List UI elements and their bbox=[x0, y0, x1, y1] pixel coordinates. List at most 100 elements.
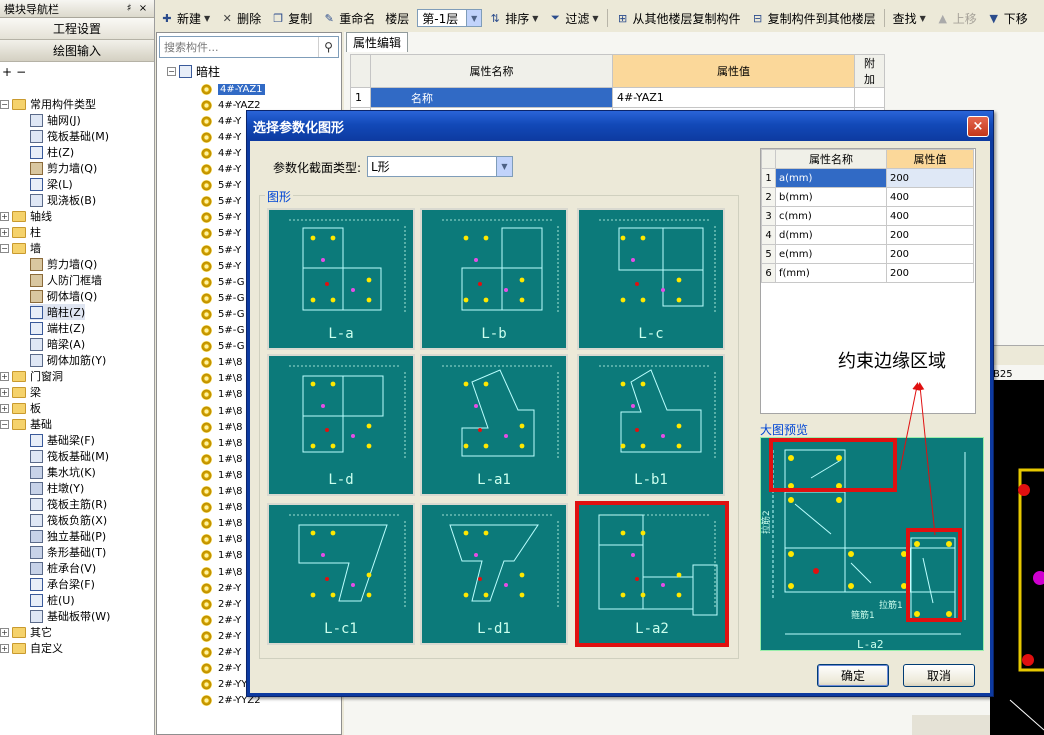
filter-button[interactable]: ⏷ 过滤 ▼ bbox=[544, 7, 602, 29]
list-item[interactable]: 1#\8 bbox=[201, 403, 242, 419]
copy-button[interactable]: ❐ 复制 bbox=[267, 7, 316, 29]
sidebar-item[interactable]: 基础梁(F) bbox=[30, 432, 95, 448]
expand-icon[interactable]: + bbox=[0, 227, 9, 237]
sidebar-item[interactable]: 砌体墙(Q) bbox=[30, 288, 97, 304]
drawing-input-button[interactable]: 绘图输入 bbox=[0, 40, 154, 62]
list-item[interactable]: 2#-Y bbox=[201, 596, 241, 612]
sidebar-item[interactable]: 剪力墙(Q) bbox=[30, 160, 97, 176]
find-button[interactable]: 查找 ▼ bbox=[889, 7, 930, 29]
table-row[interactable]: 6 f(mm) 200 bbox=[761, 263, 975, 283]
dialog-titlebar[interactable]: 选择参数化图形 × bbox=[247, 111, 993, 141]
sidebar-item[interactable]: 人防门框墙 bbox=[30, 272, 102, 288]
sidebar-item[interactable]: 轴网(J) bbox=[30, 112, 81, 128]
move-down-button[interactable]: ▼ 下移 bbox=[983, 7, 1032, 29]
list-item[interactable]: 5#-Y bbox=[201, 258, 241, 274]
shape-tile-l-a1[interactable]: L-a1 bbox=[420, 354, 568, 496]
ok-button[interactable]: 确定 bbox=[817, 664, 889, 687]
shape-tile-l-a2[interactable]: L-a2 bbox=[575, 501, 729, 647]
shape-tile-l-c1[interactable]: L-c1 bbox=[267, 503, 415, 645]
list-item[interactable]: 5#-G bbox=[201, 306, 244, 322]
shape-tile-l-a[interactable]: L-a bbox=[267, 208, 415, 350]
list-item[interactable]: 2#-Y bbox=[201, 645, 241, 661]
list-item[interactable]: 5#-Y bbox=[201, 226, 241, 242]
shape-tile-l-c[interactable]: L-c bbox=[577, 208, 725, 350]
list-item[interactable]: 1#\8 bbox=[201, 435, 242, 451]
list-item[interactable]: 1#\8 bbox=[201, 500, 242, 516]
sidebar-item[interactable]: 承台梁(F) bbox=[30, 576, 95, 592]
table-row[interactable]: 3 c(mm) 400 bbox=[761, 206, 975, 226]
param-value[interactable]: 400 bbox=[885, 187, 975, 207]
rename-button[interactable]: ✎ 重命名 bbox=[318, 7, 379, 29]
list-item[interactable]: 2#-Y bbox=[201, 661, 241, 677]
list-item[interactable]: 1#\8 bbox=[201, 467, 242, 483]
sidebar-item[interactable]: 柱(Z) bbox=[30, 144, 74, 160]
floor-select[interactable]: 第-1层 ▼ bbox=[417, 9, 483, 27]
sidebar-item[interactable]: 桩承台(V) bbox=[30, 560, 96, 576]
tab-property-edit[interactable]: 属性编辑 bbox=[346, 32, 409, 52]
list-item[interactable]: 5#-G bbox=[201, 323, 244, 339]
component-root[interactable]: − 暗柱 bbox=[167, 63, 220, 79]
sort-button[interactable]: ⇅ 排序 ▼ bbox=[484, 7, 542, 29]
sidebar-item[interactable]: 梁(L) bbox=[30, 176, 73, 192]
collapse-icon[interactable]: − bbox=[167, 66, 176, 76]
sidebar-item[interactable]: 条形基础(T) bbox=[30, 544, 106, 560]
list-item[interactable]: 4#-Y bbox=[201, 113, 241, 129]
sidebar-item[interactable]: 桩(U) bbox=[30, 592, 75, 608]
shape-tile-l-b1[interactable]: L-b1 bbox=[577, 354, 725, 496]
list-item[interactable]: 5#-G bbox=[201, 274, 244, 290]
list-item[interactable]: 5#-Y bbox=[201, 242, 241, 258]
table-row[interactable]: 5 e(mm) 200 bbox=[761, 244, 975, 264]
sidebar-item[interactable]: + 梁 bbox=[0, 384, 41, 400]
list-item[interactable]: 2#-Y bbox=[201, 580, 241, 596]
param-value[interactable]: 200 bbox=[885, 263, 975, 283]
sidebar-item[interactable]: + 其它 bbox=[0, 624, 52, 640]
shape-tile-l-d1[interactable]: L-d1 bbox=[420, 503, 568, 645]
section-type-select[interactable]: L形 ▼ bbox=[367, 156, 513, 177]
sidebar-item[interactable]: 暗柱(Z) bbox=[30, 304, 86, 320]
expand-all-icon[interactable]: + bbox=[2, 65, 12, 79]
list-item[interactable]: 1#\8 bbox=[201, 564, 242, 580]
sidebar-item[interactable]: 筏板主筋(R) bbox=[30, 496, 107, 512]
sidebar-item[interactable]: 筏板负筋(X) bbox=[30, 512, 107, 528]
sidebar-item[interactable]: 端柱(Z) bbox=[30, 320, 85, 336]
sidebar-item[interactable]: − 基础 bbox=[0, 416, 52, 432]
list-item[interactable]: 5#-Y bbox=[201, 178, 241, 194]
param-value[interactable]: 200 bbox=[885, 225, 975, 245]
sidebar-item[interactable]: + 板 bbox=[0, 400, 41, 416]
list-item[interactable]: 2#-Y bbox=[201, 628, 241, 644]
copy-from-floor-button[interactable]: ⊞ 从其他楼层复制构件 bbox=[612, 7, 745, 29]
param-value[interactable]: 400 bbox=[885, 206, 975, 226]
delete-button[interactable]: ✕ 删除 bbox=[216, 7, 265, 29]
sidebar-item[interactable]: − 常用构件类型 bbox=[0, 96, 96, 112]
collapse-icon[interactable]: − bbox=[0, 243, 9, 253]
expand-icon[interactable]: + bbox=[0, 627, 9, 637]
list-item[interactable]: 1#\8 bbox=[201, 419, 242, 435]
cad-canvas[interactable] bbox=[990, 380, 1044, 735]
list-item[interactable]: 1#\8 bbox=[201, 484, 242, 500]
horizontal-scrollbar[interactable] bbox=[912, 715, 990, 735]
sidebar-item[interactable]: 剪力墙(Q) bbox=[30, 256, 97, 272]
list-item[interactable]: 4#-YAZ1 bbox=[201, 81, 265, 97]
close-icon[interactable]: × bbox=[967, 115, 989, 137]
expand-icon[interactable]: + bbox=[0, 403, 9, 413]
expand-icon[interactable]: + bbox=[0, 387, 9, 397]
list-item[interactable]: 2#-Y bbox=[201, 612, 241, 628]
expand-icon[interactable]: + bbox=[0, 211, 9, 221]
list-item[interactable]: 5#-G bbox=[201, 290, 244, 306]
sidebar-item[interactable]: + 轴线 bbox=[0, 208, 52, 224]
expand-icon[interactable]: + bbox=[0, 643, 9, 653]
sidebar-item[interactable]: + 柱 bbox=[0, 224, 41, 240]
sidebar-item[interactable]: 集水坑(K) bbox=[30, 464, 96, 480]
sidebar-item[interactable]: 筏板基础(M) bbox=[30, 448, 109, 464]
table-row[interactable]: 4 d(mm) 200 bbox=[761, 225, 975, 245]
shape-tile-l-d[interactable]: L-d bbox=[267, 354, 415, 496]
list-item[interactable]: 1#\8 bbox=[201, 532, 242, 548]
component-search-input[interactable]: 搜索构件... ⚲ bbox=[159, 36, 339, 58]
table-row[interactable]: 1 名称 4#-YAZ1 bbox=[350, 87, 885, 108]
list-item[interactable]: 5#-Y bbox=[201, 194, 241, 210]
table-row[interactable]: 1 a(mm) 200 bbox=[761, 168, 975, 188]
sidebar-item[interactable]: 暗梁(A) bbox=[30, 336, 85, 352]
list-item[interactable]: 5#-G bbox=[201, 339, 244, 355]
expand-icon[interactable]: + bbox=[0, 371, 9, 381]
sidebar-item[interactable]: 独立基础(P) bbox=[30, 528, 106, 544]
